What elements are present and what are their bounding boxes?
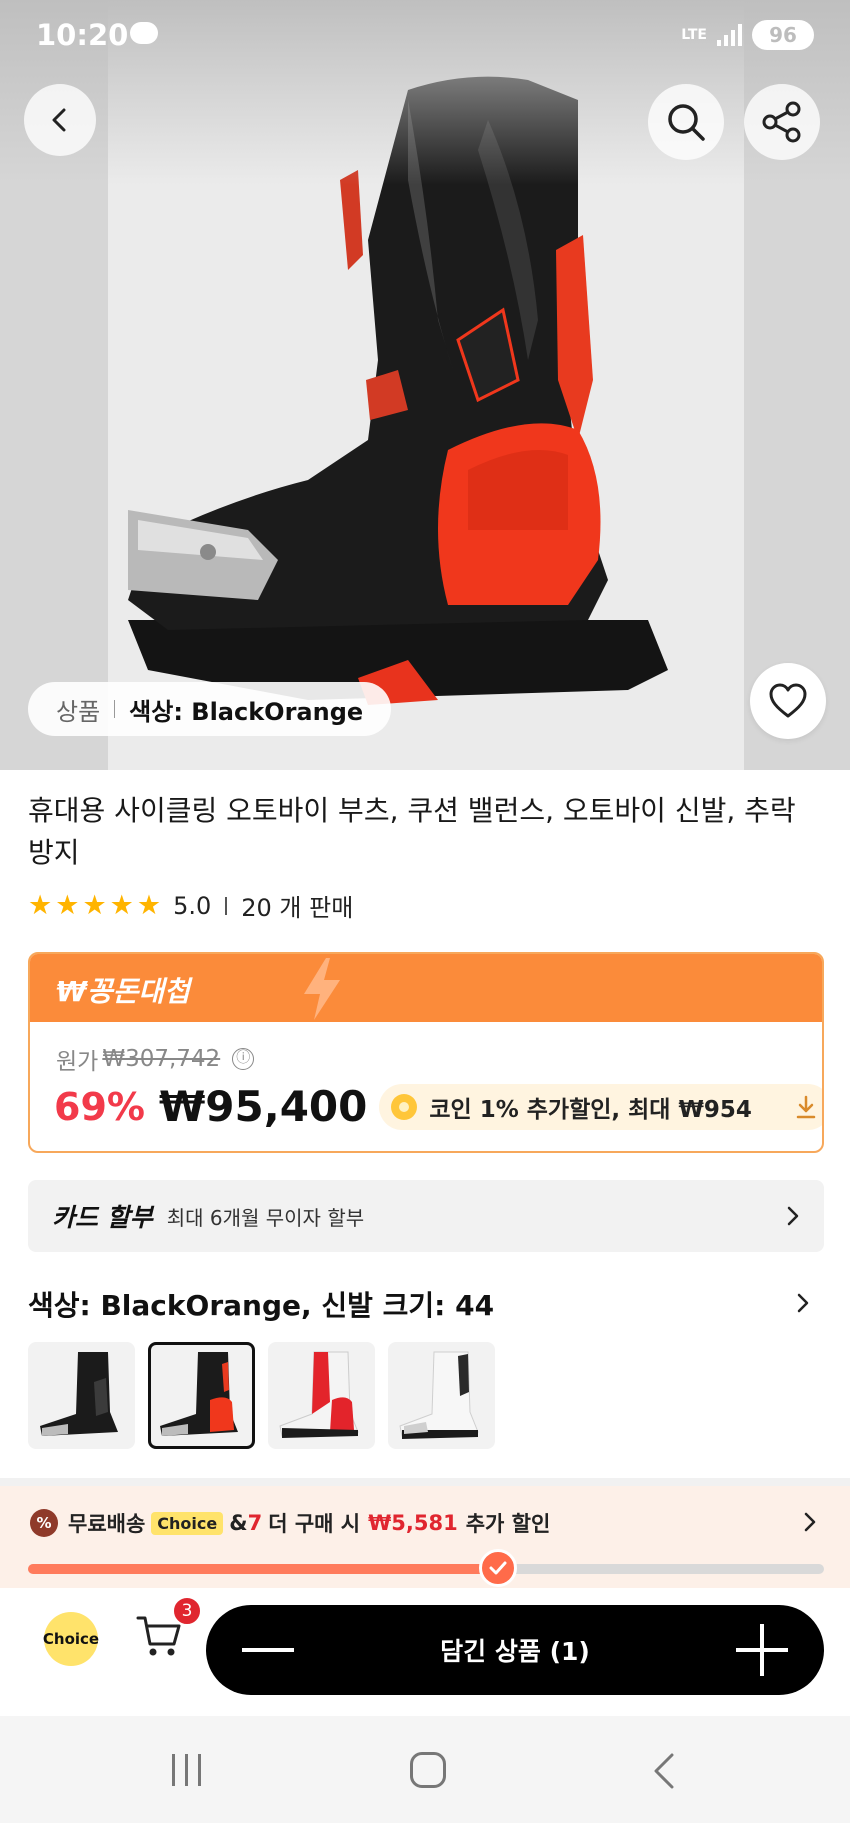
system-nav-bar [0, 1716, 850, 1823]
plus-icon[interactable] [736, 1624, 788, 1676]
star-icon: ★ [136, 889, 162, 921]
heart-icon [769, 683, 807, 718]
status-right-group: LTE 96 [681, 20, 814, 50]
cart-count-badge: 3 [172, 1596, 202, 1626]
price-box: ₩꽁돈대첩 원가 ₩307,742 ⓘ 69% ₩95,400 코인 1% 추가… [28, 952, 824, 1153]
rating-score: 5.0 [173, 891, 212, 920]
variant-thumb-black-orange[interactable] [148, 1342, 255, 1449]
check-icon [489, 1561, 507, 1575]
sale-price-row: 69% ₩95,400 코인 1% 추가할인, 최대 ₩954 [54, 1082, 822, 1131]
chevron-right-icon [804, 1512, 816, 1532]
sku-label-pill[interactable]: 상품 색상: BlackOrange [28, 682, 392, 736]
product-title: 휴대용 사이클링 오토바이 부츠, 쿠션 밸런스, 오토바이 신발, 추락 방지 [28, 794, 796, 869]
variant-thumb-white[interactable] [388, 1342, 495, 1449]
coin-discount-text: 코인 1% 추가할인, 최대 ₩954 [429, 1096, 752, 1123]
search-button[interactable] [648, 84, 724, 160]
status-bar: 10:20 LTE 96 [0, 0, 850, 74]
system-back-button[interactable] [652, 1752, 676, 1790]
amp-label: & [229, 1511, 248, 1535]
star-icon: ★ [109, 889, 134, 921]
more-label: 더 구매 시 [268, 1512, 361, 1536]
share-button[interactable] [744, 84, 820, 160]
card-installment-row[interactable]: 카드 할부 최대 6개월 무이자 할부 [28, 1180, 824, 1252]
variant-thumbnails [28, 1342, 495, 1449]
progress-knob [478, 1549, 517, 1587]
chevron-right-icon [787, 1206, 799, 1226]
sale-price: ₩95,400 [158, 1082, 368, 1131]
more-count: 7 [247, 1511, 263, 1535]
signal-icon [717, 24, 742, 46]
coin-discount-pill[interactable]: 코인 1% 추가할인, 최대 ₩954 [379, 1083, 822, 1130]
shipping-progress-bar [28, 1549, 824, 1587]
lightning-icon [304, 958, 340, 1020]
info-icon[interactable]: ⓘ [232, 1048, 255, 1070]
card-installment-desc: 최대 6개월 무이자 할부 [166, 1205, 365, 1230]
original-price-label: 원가 [56, 1049, 99, 1075]
cart-quantity-pill: 담긴 상품 (1) [206, 1605, 824, 1695]
back-button[interactable] [24, 84, 96, 156]
deal-banner: ₩꽁돈대첩 [30, 954, 822, 1022]
free-shipping-label: 무료배송 [68, 1512, 146, 1536]
star-icon: ★ [82, 889, 107, 921]
chevron-right-icon[interactable] [796, 1292, 810, 1314]
shipping-promo-text: % 무료배송 Choice & 7 더 구매 시 ₩5,581 추가 할인 [30, 1508, 550, 1538]
wishlist-button[interactable] [750, 663, 826, 739]
discount-amount: ₩5,581 [368, 1511, 458, 1535]
cart-button-label[interactable]: 담긴 상품 (1) [440, 1632, 590, 1668]
progress-fill [28, 1564, 498, 1574]
rating-stars: ★ ★ ★ ★ ★ [28, 889, 162, 921]
home-button[interactable] [410, 1752, 446, 1788]
sku-value: 색상: BlackOrange [129, 697, 364, 726]
selected-options-title[interactable]: 색상: BlackOrange, 신발 크기: 44 [28, 1284, 494, 1324]
card-installment-title: 카드 할부 [52, 1203, 153, 1232]
star-icon: ★ [28, 889, 53, 921]
coin-icon [391, 1093, 418, 1120]
choice-button[interactable]: Choice [43, 1612, 99, 1666]
search-icon [668, 104, 705, 141]
recent-apps-button[interactable] [172, 1754, 201, 1786]
download-icon [793, 1094, 819, 1120]
sku-separator [114, 700, 116, 718]
bottom-action-bar: Choice 3 담긴 상품 (1) [0, 1588, 850, 1716]
discount-suffix: 추가 할인 [465, 1512, 551, 1536]
variant-thumb-black[interactable] [28, 1342, 135, 1449]
share-icon [762, 101, 801, 143]
rating-divider [225, 896, 228, 915]
sku-tab-label: 상품 [56, 697, 101, 726]
original-price: ₩307,742 [102, 1046, 221, 1072]
original-price-row: 원가 ₩307,742 ⓘ [56, 1042, 255, 1076]
network-label: LTE [681, 27, 707, 43]
status-time: 10:20 [36, 18, 129, 52]
free-shipping-banner[interactable]: % 무료배송 Choice & 7 더 구매 시 ₩5,581 추가 할인 [0, 1478, 850, 1588]
back-icon [52, 108, 66, 132]
minus-icon[interactable] [242, 1648, 294, 1652]
product-image-gallery[interactable]: 상품 색상: BlackOrange [0, 0, 850, 770]
sold-count: 20 개 판매 [241, 894, 354, 922]
rating-row[interactable]: ★ ★ ★ ★ ★ 5.0 20 개 판매 [28, 888, 353, 923]
star-icon: ★ [55, 889, 80, 921]
deal-label: ₩꽁돈대첩 [56, 975, 190, 1008]
percent-badge-icon: % [30, 1509, 58, 1537]
chat-notification-icon [130, 22, 158, 44]
variant-thumb-red-white[interactable] [268, 1342, 375, 1449]
discount-percent: 69% [54, 1084, 145, 1129]
battery-indicator: 96 [752, 20, 814, 50]
choice-tag: Choice [151, 1511, 224, 1535]
